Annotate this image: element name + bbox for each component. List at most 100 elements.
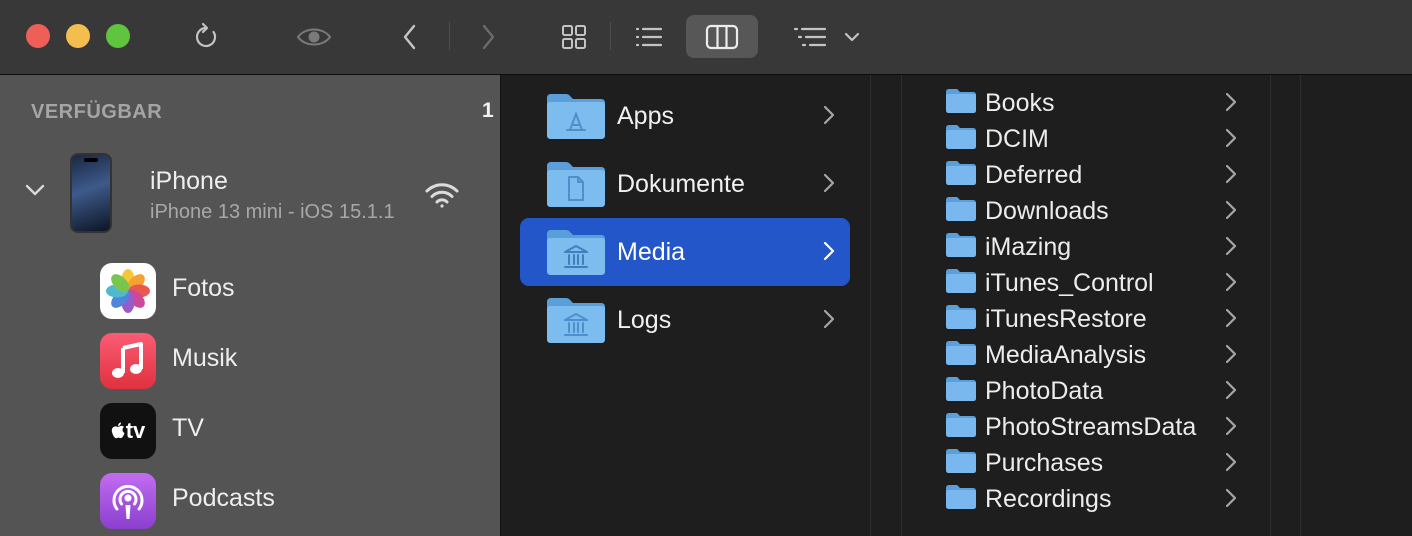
chevron-right-icon: [1225, 308, 1237, 333]
column-view-button[interactable]: [686, 15, 758, 58]
sidebar-item-tv[interactable]: tv TV: [0, 399, 500, 461]
folder-label: MediaAnalysis: [985, 341, 1147, 369]
device-subtitle: iPhone 13 mini - iOS 15.1.1: [150, 201, 395, 223]
folder-icon: [945, 484, 977, 515]
sidebar-item-podcasts[interactable]: Podcasts: [0, 469, 500, 531]
folder-row[interactable]: Purchases: [902, 444, 1270, 480]
minimize-button[interactable]: [66, 24, 90, 48]
chevron-right-icon: [1225, 380, 1237, 405]
folder-row[interactable]: Books: [902, 84, 1270, 120]
chevron-right-icon: [1225, 200, 1237, 225]
chevron-right-icon: [823, 173, 835, 198]
column-item-label: Media: [617, 238, 686, 266]
chevron-right-icon: [1225, 92, 1237, 117]
chevron-right-icon: [823, 105, 835, 130]
column-item-apps[interactable]: Apps: [520, 82, 850, 150]
folder-icon: [945, 124, 977, 155]
folder-label: PhotoData: [985, 377, 1104, 405]
chevron-right-icon: [1225, 272, 1237, 297]
folder-label: iTunes_Control: [985, 269, 1154, 297]
column-1: Apps Dokumente Media Logs: [501, 75, 871, 536]
sidebar-item-label: Musik: [172, 344, 238, 372]
folder-row[interactable]: MediaAnalysis: [902, 336, 1270, 372]
chevron-right-icon: [1225, 128, 1237, 153]
folder-label: Deferred: [985, 161, 1083, 189]
column-view-icon: [686, 15, 758, 58]
chevron-right-icon: [823, 241, 835, 266]
zoom-button[interactable]: [106, 24, 130, 48]
device-name: iPhone: [150, 167, 228, 195]
folder-library-icon: [546, 228, 606, 281]
toolbar: [0, 0, 1412, 75]
sidebar-item-label: TV: [172, 414, 204, 442]
grid-view-icon[interactable]: [558, 0, 590, 74]
tv-icon-text: tv: [125, 418, 146, 443]
chevron-right-icon: [823, 309, 835, 334]
folder-icon: [945, 232, 977, 263]
sidebar-item-musik[interactable]: Musik: [0, 329, 500, 391]
folder-documents-icon: [546, 160, 606, 213]
chevron-right-icon: [1225, 452, 1237, 477]
group-by-button[interactable]: [790, 0, 862, 74]
chevron-right-icon: [1225, 344, 1237, 369]
chevron-down-icon[interactable]: [24, 183, 46, 202]
toolbar-separator: [449, 22, 450, 50]
sidebar-item-label: Fotos: [172, 274, 235, 302]
column-item-label: Dokumente: [617, 170, 745, 198]
folder-icon: [945, 412, 977, 443]
list-view-icon[interactable]: [632, 0, 666, 74]
folder-row[interactable]: Downloads: [902, 192, 1270, 228]
column-item-label: Logs: [617, 306, 672, 334]
photos-icon: [100, 263, 156, 319]
tv-icon: tv: [100, 403, 156, 459]
column-item-label: Apps: [617, 102, 674, 130]
chevron-right-icon: [1225, 164, 1237, 189]
column-2: Books DCIM Deferred Downloads iMazing iTunes_…: [901, 75, 1271, 536]
folder-label: Books: [985, 89, 1055, 117]
folder-library-icon: [546, 296, 606, 349]
folder-icon: [945, 448, 977, 479]
column-item-logs[interactable]: Logs: [520, 286, 850, 354]
folder-label: PhotoStreamsData: [985, 413, 1197, 441]
folder-label: DCIM: [985, 125, 1049, 153]
chevron-right-icon: [1225, 416, 1237, 441]
folder-row[interactable]: iMazing: [902, 228, 1270, 264]
folder-row[interactable]: PhotoData: [902, 372, 1270, 408]
chevron-left-icon[interactable]: [398, 0, 422, 74]
chevron-right-icon: [1225, 236, 1237, 261]
folder-row[interactable]: PhotoStreamsData: [902, 408, 1270, 444]
folder-label: iTunesRestore: [985, 305, 1147, 333]
folder-icon: [945, 376, 977, 407]
folder-apps-icon: [546, 92, 606, 145]
music-icon: [100, 333, 156, 389]
folder-label: Downloads: [985, 197, 1109, 225]
close-button[interactable]: [26, 24, 50, 48]
folder-row[interactable]: Deferred: [902, 156, 1270, 192]
folder-icon: [945, 304, 977, 335]
folder-icon: [945, 268, 977, 299]
sidebar-item-label: Podcasts: [172, 484, 275, 512]
eye-icon[interactable]: [294, 0, 334, 74]
refresh-icon[interactable]: [190, 0, 222, 74]
group-by-icon: [793, 27, 860, 47]
chevron-right-icon[interactable]: [476, 0, 500, 74]
column-item-media[interactable]: Media: [520, 218, 850, 286]
sidebar-device-iphone[interactable]: iPhone iPhone 13 mini - iOS 15.1.1: [0, 151, 500, 235]
sidebar-section-title: VERFÜGBAR: [31, 101, 163, 123]
podcasts-icon: [100, 473, 156, 529]
folder-icon: [945, 160, 977, 191]
column-3: [1300, 75, 1412, 536]
folder-label: Purchases: [985, 449, 1104, 477]
folder-icon: [945, 340, 977, 371]
folder-icon: [945, 88, 977, 119]
folder-row[interactable]: Recordings: [902, 480, 1270, 516]
sidebar-section-count: 1: [482, 99, 494, 122]
folder-row[interactable]: DCIM: [902, 120, 1270, 156]
sidebar-item-fotos[interactable]: Fotos: [0, 259, 500, 321]
folder-label: Recordings: [985, 485, 1112, 513]
folder-row[interactable]: iTunes_Control: [902, 264, 1270, 300]
sidebar: VERFÜGBAR 1 iPhone iPhone 13 mini - iOS …: [0, 75, 501, 536]
folder-row[interactable]: iTunesRestore: [902, 300, 1270, 336]
column-item-dokumente[interactable]: Dokumente: [520, 150, 850, 218]
toolbar-separator: [610, 22, 611, 50]
